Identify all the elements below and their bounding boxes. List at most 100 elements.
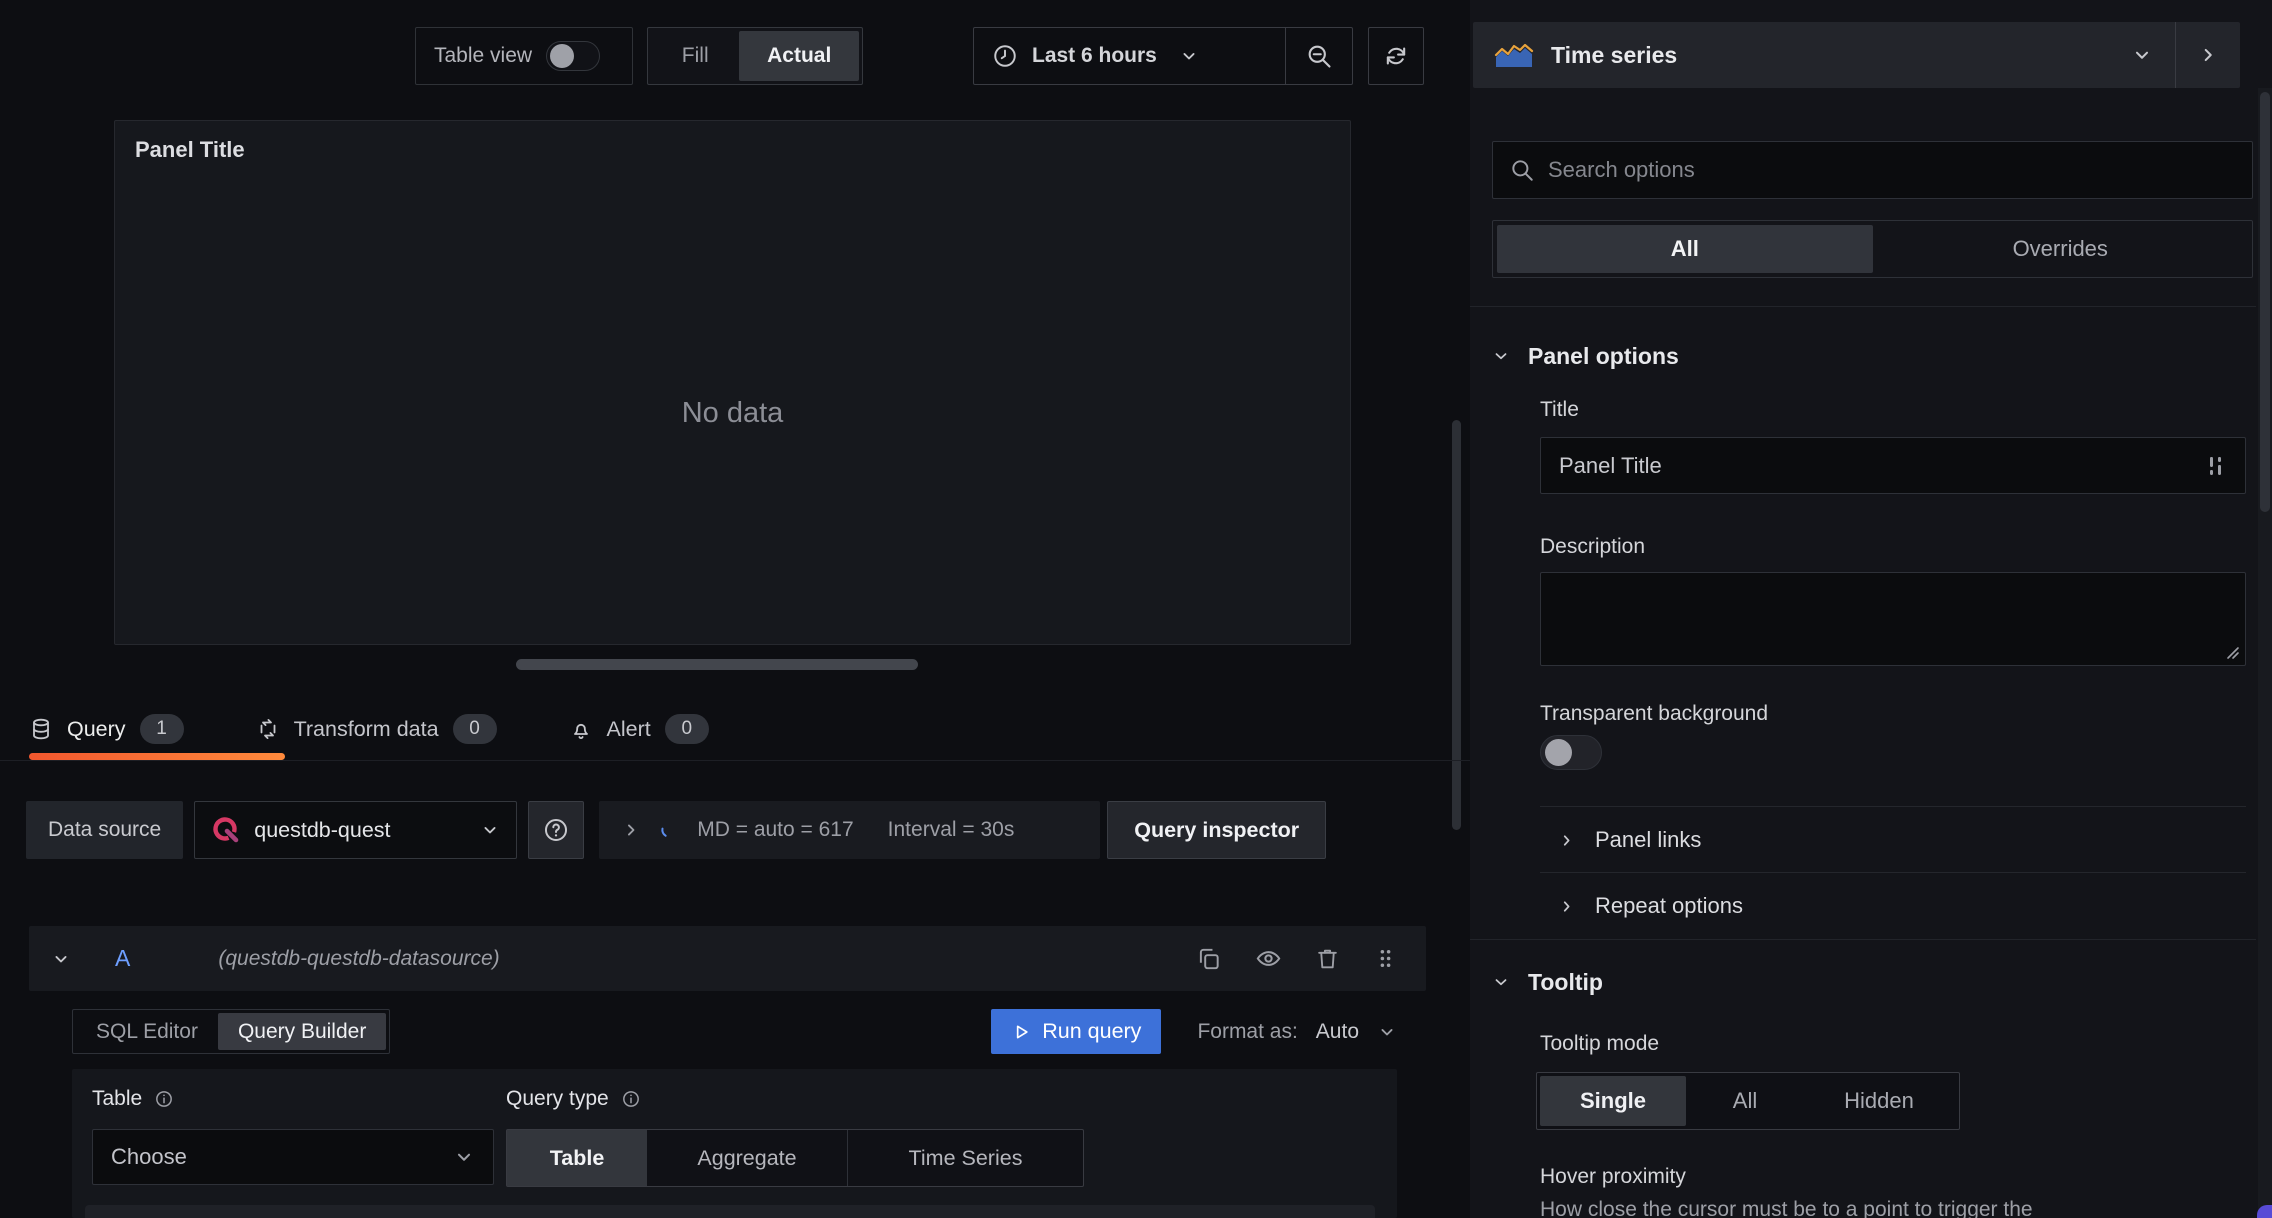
tab-transform-data[interactable]: Transform data 0 — [256, 706, 497, 752]
options-scrollbar-thumb[interactable] — [2260, 92, 2270, 512]
divider — [1540, 806, 2246, 807]
builder-toolbar: SQL Editor Query Builder Run query Forma… — [72, 1009, 1397, 1054]
panel-links-label: Panel links — [1595, 827, 1702, 852]
loading-spinner-icon — [661, 822, 677, 838]
resize-handle-icon[interactable] — [2224, 644, 2240, 660]
fill-mode-button[interactable]: Fill — [651, 31, 739, 81]
chevron-down-icon — [2135, 51, 2149, 59]
transparent-background-label: Transparent background — [1540, 702, 1769, 725]
chevron-right-icon — [1563, 900, 1570, 912]
hover-proximity-label: Hover proximity — [1540, 1165, 1686, 1188]
panel-options-section-header[interactable]: Panel options — [1492, 336, 1679, 376]
collapse-pane-button[interactable] — [2176, 22, 2240, 88]
sql-editor-mode-button[interactable]: SQL Editor — [76, 1013, 218, 1050]
description-textarea[interactable] — [1540, 572, 2246, 666]
query-type-aggregate-button[interactable]: Aggregate — [647, 1130, 847, 1186]
refresh-button[interactable] — [1368, 27, 1424, 85]
table-select[interactable]: Choose — [92, 1129, 494, 1185]
query-builder-mode-button[interactable]: Query Builder — [217, 1013, 387, 1050]
refresh-icon — [1386, 47, 1406, 65]
next-builder-row-edge — [85, 1205, 1375, 1218]
panel-title: Panel Title — [135, 137, 245, 162]
switch-knob — [1545, 739, 1572, 766]
duplicate-query-icon[interactable] — [1196, 946, 1222, 972]
format-as-select[interactable]: Format as: Auto — [1197, 1020, 1397, 1044]
repeat-options-section-header[interactable]: Repeat options — [1540, 874, 2246, 938]
panel-title-field — [1540, 437, 2246, 494]
collapse-query-chevron-icon[interactable] — [51, 949, 71, 969]
datasource-picker[interactable]: questdb-quest — [194, 801, 518, 859]
editor-vertical-scrollbar[interactable] — [1452, 420, 1461, 830]
datasource-name: questdb-quest — [254, 817, 391, 842]
repeat-options-label: Repeat options — [1595, 893, 1743, 918]
panel-options-header-label: Panel options — [1528, 342, 1679, 369]
query-type-field-group: Query type — [506, 1087, 641, 1111]
clock-icon — [994, 45, 1016, 67]
divider — [0, 760, 1470, 761]
tab-transform-count: 0 — [452, 714, 497, 744]
info-circle-icon[interactable] — [154, 1089, 174, 1109]
visualization-picker[interactable]: Time series — [1473, 22, 2240, 88]
query-inspector-button[interactable]: Query inspector — [1107, 801, 1327, 859]
tooltip-mode-segmented-control: Single All Hidden — [1536, 1072, 1960, 1130]
zoom-out-icon — [1308, 45, 1331, 68]
table-view-label: Table view — [434, 44, 533, 67]
drag-handle-icon[interactable] — [1373, 946, 1398, 971]
tooltip-mode-single-button[interactable]: Single — [1540, 1076, 1686, 1126]
query-datasource-hint: (questdb-questdb-datasource) — [218, 946, 500, 970]
tab-alert-count: 0 — [664, 714, 709, 744]
editor-mode-toggle: SQL Editor Query Builder — [72, 1009, 391, 1054]
filter-tab-overrides[interactable]: Overrides — [1873, 225, 2249, 273]
tooltip-mode-all-button[interactable]: All — [1686, 1076, 1804, 1126]
process-icon — [260, 719, 275, 739]
search-options-input[interactable] — [1548, 157, 2236, 183]
question-circle-icon — [545, 818, 568, 842]
query-row-card: A (questdb-questdb-datasource) — [29, 926, 1426, 991]
search-icon — [1512, 160, 1533, 181]
chevron-down-icon — [484, 827, 496, 834]
tab-query[interactable]: Query 1 — [29, 706, 184, 752]
info-circle-icon[interactable] — [621, 1089, 641, 1109]
tab-query-label: Query — [67, 716, 126, 741]
datasource-row: Data source questdb-quest MD = auto = 61… — [26, 801, 1327, 859]
database-icon — [33, 718, 49, 740]
transparent-background-switch[interactable] — [1540, 735, 1602, 770]
editor-tabs: Query 1 Transform data 0 Alert 0 — [29, 706, 709, 752]
tooltip-mode-hidden-button[interactable]: Hidden — [1804, 1076, 1954, 1126]
horizontal-scrollbar[interactable] — [516, 659, 918, 670]
help-widget-corner[interactable] — [2257, 1205, 2272, 1218]
remove-query-trash-icon[interactable] — [1315, 946, 1340, 971]
filter-tab-all[interactable]: All — [1497, 225, 1873, 273]
table-select-value: Choose — [111, 1144, 187, 1169]
query-type-table-button[interactable]: Table — [507, 1130, 647, 1186]
chevron-down-icon — [1495, 979, 1507, 986]
chevron-down-icon — [1381, 1028, 1393, 1035]
play-icon — [1017, 1025, 1028, 1038]
title-field-label: Title — [1540, 398, 1579, 421]
query-options-summary[interactable]: MD = auto = 617 Interval = 30s — [599, 801, 1101, 859]
run-query-label: Run query — [1042, 1019, 1142, 1043]
pane-size-mode-group: Fill Actual — [647, 27, 863, 85]
search-options-field[interactable] — [1492, 141, 2253, 199]
tab-alert[interactable]: Alert 0 — [569, 706, 709, 752]
actual-mode-button[interactable]: Actual — [739, 31, 859, 81]
query-builder-section: Table Query type Choose Table Aggregate … — [72, 1069, 1397, 1218]
query-ref-id: A — [115, 945, 131, 971]
time-range-picker: Last 6 hours — [973, 27, 1353, 85]
zoom-out-button[interactable] — [1286, 28, 1352, 84]
time-range-button[interactable]: Last 6 hours — [974, 28, 1285, 84]
suggestions-icon[interactable] — [2205, 454, 2227, 478]
query-type-time-series-button[interactable]: Time Series — [848, 1130, 1083, 1186]
panel-title-input[interactable] — [1559, 452, 2205, 479]
format-as-label: Format as: — [1197, 1019, 1298, 1043]
table-view-switch[interactable] — [546, 41, 601, 71]
hide-response-eye-icon[interactable] — [1255, 945, 1282, 972]
tooltip-section-header[interactable]: Tooltip — [1492, 962, 1603, 1002]
panel-options-pane: Time series All Overrides Panel options … — [1470, 0, 2272, 1218]
datasource-help-button[interactable] — [528, 801, 585, 859]
table-field-group: Table — [92, 1087, 174, 1111]
chevron-down-icon — [457, 1153, 471, 1161]
panel-links-section-header[interactable]: Panel links — [1540, 808, 2246, 872]
run-query-button[interactable]: Run query — [991, 1009, 1162, 1054]
switch-knob — [550, 44, 575, 68]
